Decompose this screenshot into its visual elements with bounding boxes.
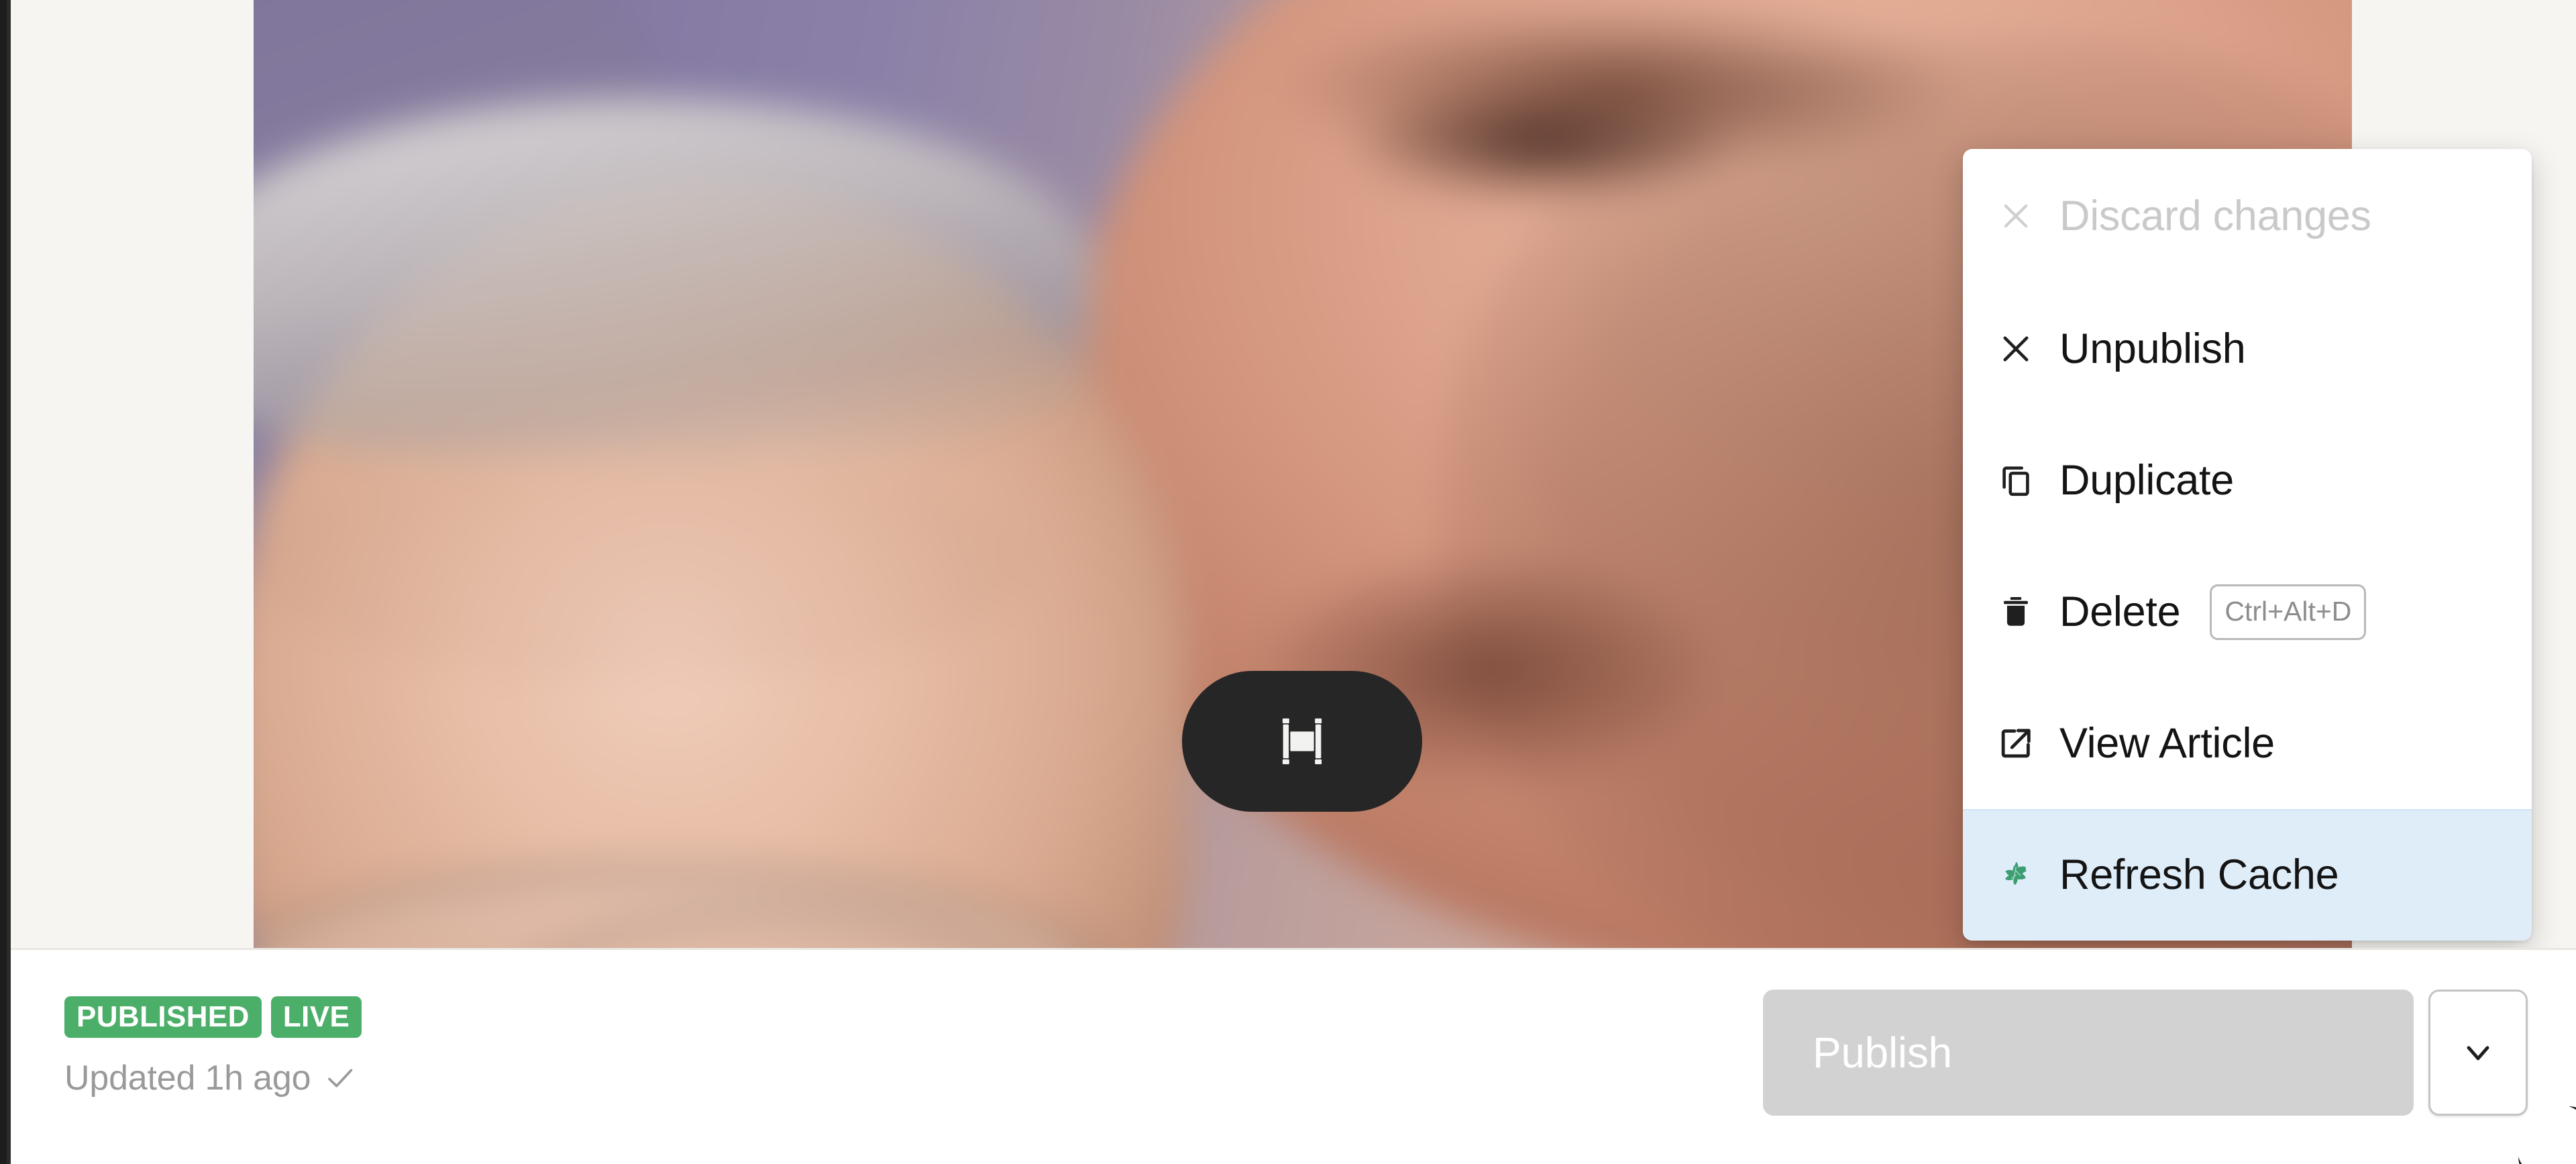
close-x-icon [1995, 328, 2037, 370]
menu-item-label: Unpublish [2059, 325, 2246, 372]
media-resize-icon [1271, 710, 1333, 772]
green-leaf-icon [1995, 854, 2037, 896]
menu-item-label: Refresh Cache [2059, 851, 2339, 898]
status-bar-left: PUBLISHED LIVE Updated 1h ago [11, 952, 362, 1096]
status-bar-right: Publish [1763, 952, 2576, 1116]
menu-item-unpublish[interactable]: Unpublish [1963, 283, 2532, 415]
menu-item-label: Delete [2059, 588, 2181, 635]
media-resize-button[interactable] [1182, 671, 1422, 812]
close-x-icon [1995, 195, 2037, 237]
menu-item-refresh-cache[interactable]: Refresh Cache [1963, 809, 2532, 941]
menu-item-label: Duplicate [2059, 456, 2234, 504]
updated-row: Updated 1h ago [64, 1061, 362, 1096]
editor-canvas: Discard changes Unpublish Duplicate Dele… [11, 0, 2576, 950]
external-link-icon [1995, 723, 2037, 764]
publish-context-menu: Discard changes Unpublish Duplicate Dele… [1963, 149, 2532, 941]
status-badge-published: PUBLISHED [64, 996, 262, 1038]
chevron-down-icon [2457, 1032, 2499, 1073]
photo-eye-layer [1348, 88, 1737, 203]
menu-item-label: View Article [2059, 719, 2275, 767]
menu-item-duplicate[interactable]: Duplicate [1963, 415, 2532, 546]
photo-forehead-layer [254, 452, 1028, 681]
window-left-rail [0, 0, 11, 1164]
trash-icon [1995, 591, 2037, 633]
status-bar: PUBLISHED LIVE Updated 1h ago Publish [11, 952, 2576, 1164]
app-window: Discard changes Unpublish Duplicate Dele… [0, 0, 2576, 1164]
menu-item-shortcut: Ctrl+Alt+D [2210, 584, 2367, 640]
status-badges: PUBLISHED LIVE [64, 996, 362, 1038]
check-icon [323, 1061, 358, 1096]
copy-icon [1995, 460, 2037, 501]
updated-timestamp: Updated 1h ago [64, 1059, 311, 1098]
publish-button[interactable]: Publish [1763, 990, 2414, 1116]
window-corner-mask [2517, 1105, 2576, 1164]
menu-item-view-article[interactable]: View Article [1963, 678, 2532, 809]
status-badge-live: LIVE [270, 996, 362, 1038]
menu-item-discard-changes[interactable]: Discard changes [1963, 149, 2532, 283]
menu-item-delete[interactable]: Delete Ctrl+Alt+D [1963, 546, 2532, 678]
menu-item-label: Discard changes [2059, 192, 2371, 240]
publish-dropdown-button[interactable] [2428, 990, 2528, 1116]
